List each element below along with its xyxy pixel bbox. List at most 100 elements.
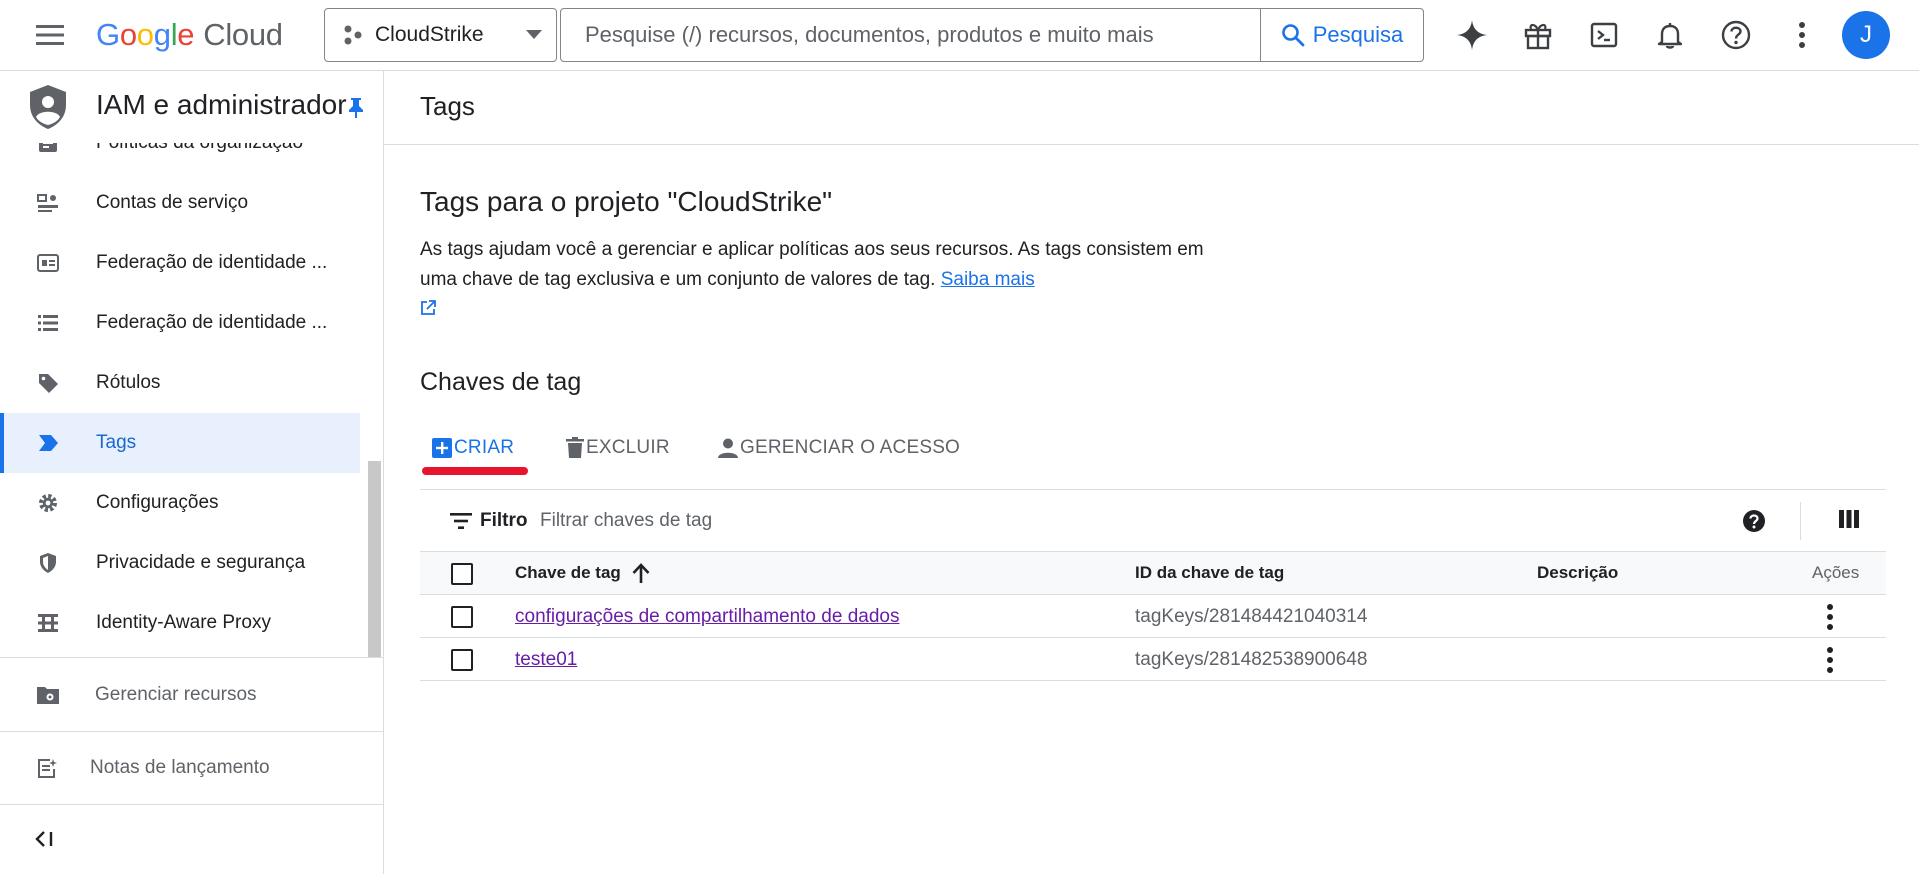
sidebar-nav: Políticas da organização Contas de servi… bbox=[0, 143, 383, 730]
filter-toggle[interactable]: Filtro bbox=[450, 510, 528, 532]
tag-key-id: tagKeys/281482538900648 bbox=[1135, 649, 1368, 670]
help-circle-icon bbox=[1721, 20, 1751, 50]
tag-icon bbox=[36, 431, 60, 455]
sidebar-item-workload-identity[interactable]: Federação de identidade ... bbox=[0, 233, 360, 293]
search-button-label: Pesquisa bbox=[1312, 22, 1404, 47]
sidebar-item-labels[interactable]: Rótulos bbox=[0, 353, 360, 413]
collapse-sidebar-icon[interactable] bbox=[34, 831, 56, 847]
sidebar-item-org-policies[interactable]: Políticas da organização bbox=[0, 143, 360, 173]
logo-letter: e bbox=[177, 17, 195, 52]
arrow-up-icon[interactable] bbox=[632, 563, 650, 583]
divider bbox=[0, 657, 383, 658]
help-button[interactable] bbox=[1714, 13, 1758, 57]
sidebar-item-label: Federação de identidade ... bbox=[96, 252, 328, 273]
sidebar-item-label: Identity-Aware Proxy bbox=[96, 612, 271, 633]
table-row: teste01 tagKeys/281482538900648 bbox=[420, 638, 1886, 681]
trash-icon bbox=[566, 437, 584, 458]
search-icon bbox=[1281, 24, 1305, 47]
google-cloud-logo[interactable]: Google Cloud bbox=[96, 16, 283, 54]
person-icon bbox=[718, 438, 738, 458]
gift-button[interactable] bbox=[1516, 13, 1560, 57]
gear-icon bbox=[36, 491, 60, 515]
row-checkbox[interactable] bbox=[451, 649, 473, 671]
filter-label: Filtro bbox=[480, 510, 528, 531]
learn-more-link[interactable]: Saiba mais bbox=[941, 269, 1035, 290]
search-button[interactable]: Pesquisa bbox=[1260, 9, 1423, 61]
service-account-icon bbox=[36, 191, 60, 215]
column-header-key[interactable]: Chave de tag bbox=[515, 563, 621, 583]
divider bbox=[0, 804, 383, 805]
delete-button[interactable]: EXCLUIR bbox=[566, 428, 718, 468]
logo-letter: g bbox=[153, 17, 171, 52]
add-box-icon bbox=[432, 438, 452, 458]
iam-shield-icon bbox=[30, 85, 66, 129]
description-text: As tags ajudam você a gerenciar e aplica… bbox=[420, 239, 1204, 290]
project-hierarchy-icon bbox=[344, 25, 362, 45]
sidebar-title: IAM e administrador bbox=[96, 89, 347, 120]
row-checkbox[interactable] bbox=[451, 606, 473, 628]
manage-resources-label: Gerenciar recursos bbox=[95, 684, 257, 705]
account-avatar[interactable]: J bbox=[1842, 11, 1890, 59]
filter-bar: Filtro bbox=[420, 489, 1886, 552]
row-actions-more-vert-icon[interactable] bbox=[1826, 604, 1834, 630]
logo-cloud-text: Cloud bbox=[203, 17, 283, 52]
bell-icon bbox=[1657, 23, 1683, 49]
select-all-checkbox[interactable] bbox=[451, 563, 473, 585]
external-link-icon[interactable] bbox=[420, 300, 436, 316]
sparkle-icon bbox=[1457, 20, 1487, 50]
list-icon bbox=[36, 311, 60, 335]
sidebar-item-privacy-security[interactable]: Privacidade e segurança bbox=[0, 533, 360, 593]
release-notes-icon bbox=[38, 759, 57, 778]
top-icons bbox=[1450, 13, 1846, 57]
cloud-shell-button[interactable] bbox=[1582, 13, 1626, 57]
section-title: Tags para o projeto "CloudStrike" bbox=[420, 186, 833, 217]
notifications-button[interactable] bbox=[1648, 13, 1692, 57]
action-bar: CRIAR EXCLUIR GERENCIAR O ACESSO bbox=[420, 428, 960, 475]
manage-access-label: GERENCIAR O ACESSO bbox=[740, 437, 961, 458]
sidebar: IAM e administrador Políticas da organiz… bbox=[0, 71, 384, 874]
hamburger-icon bbox=[36, 25, 64, 45]
identity-card-icon bbox=[36, 251, 60, 275]
column-display-icon[interactable] bbox=[1838, 509, 1860, 529]
tag-keys-table: Filtro Chave de tag ID da chave de bbox=[420, 489, 1886, 681]
table-row: configurações de compartilhamento de dad… bbox=[420, 595, 1886, 638]
main-content: Tags Tags para o projeto "CloudStrike" A… bbox=[384, 71, 1919, 874]
page-title: Tags bbox=[420, 91, 475, 121]
sidebar-item-label: Rótulos bbox=[96, 372, 161, 393]
column-header-id: ID da chave de tag bbox=[1135, 563, 1285, 582]
filter-input[interactable] bbox=[540, 504, 1440, 538]
sidebar-item-service-accounts[interactable]: Contas de serviço bbox=[0, 173, 360, 233]
pin-icon[interactable] bbox=[347, 97, 365, 119]
manage-resources-link[interactable]: Gerenciar recursos bbox=[0, 659, 383, 731]
tag-keys-title: Chaves de tag bbox=[420, 368, 582, 396]
page-header: Tags bbox=[384, 71, 1919, 145]
table-header: Chave de tag ID da chave de tag Descriçã… bbox=[420, 552, 1886, 595]
row-actions-more-vert-icon[interactable] bbox=[1826, 647, 1834, 673]
terminal-icon bbox=[1590, 22, 1618, 48]
gift-icon bbox=[1524, 23, 1552, 50]
main-menu-button[interactable] bbox=[30, 17, 70, 53]
logo-letter: o bbox=[119, 17, 137, 52]
divider bbox=[1800, 502, 1801, 540]
folder-gear-icon bbox=[37, 687, 59, 704]
search-input[interactable] bbox=[561, 9, 1260, 61]
tag-key-link[interactable]: teste01 bbox=[515, 649, 577, 671]
more-vert-icon bbox=[1799, 22, 1805, 48]
manage-access-button[interactable]: GERENCIAR O ACESSO bbox=[718, 428, 960, 468]
delete-button-label: EXCLUIR bbox=[586, 437, 670, 458]
release-notes-link[interactable]: Notas de lançamento bbox=[0, 732, 383, 804]
help-icon[interactable] bbox=[1742, 509, 1766, 533]
sidebar-item-iap[interactable]: Identity-Aware Proxy bbox=[0, 593, 360, 653]
create-button-label: CRIAR bbox=[454, 437, 515, 458]
gemini-button[interactable] bbox=[1450, 13, 1494, 57]
project-picker[interactable]: CloudStrike bbox=[324, 8, 557, 62]
sidebar-item-workforce-identity[interactable]: Federação de identidade ... bbox=[0, 293, 360, 353]
logo-letter: G bbox=[96, 17, 120, 52]
sidebar-item-settings[interactable]: Configurações bbox=[0, 473, 360, 533]
search-bar: Pesquisa bbox=[560, 8, 1424, 62]
tag-key-link[interactable]: configurações de compartilhamento de dad… bbox=[515, 606, 899, 628]
create-button[interactable]: CRIAR bbox=[420, 428, 566, 475]
sidebar-item-tags[interactable]: Tags bbox=[0, 413, 360, 473]
more-options-button[interactable] bbox=[1780, 13, 1824, 57]
sidebar-scrollbar[interactable] bbox=[368, 461, 381, 658]
